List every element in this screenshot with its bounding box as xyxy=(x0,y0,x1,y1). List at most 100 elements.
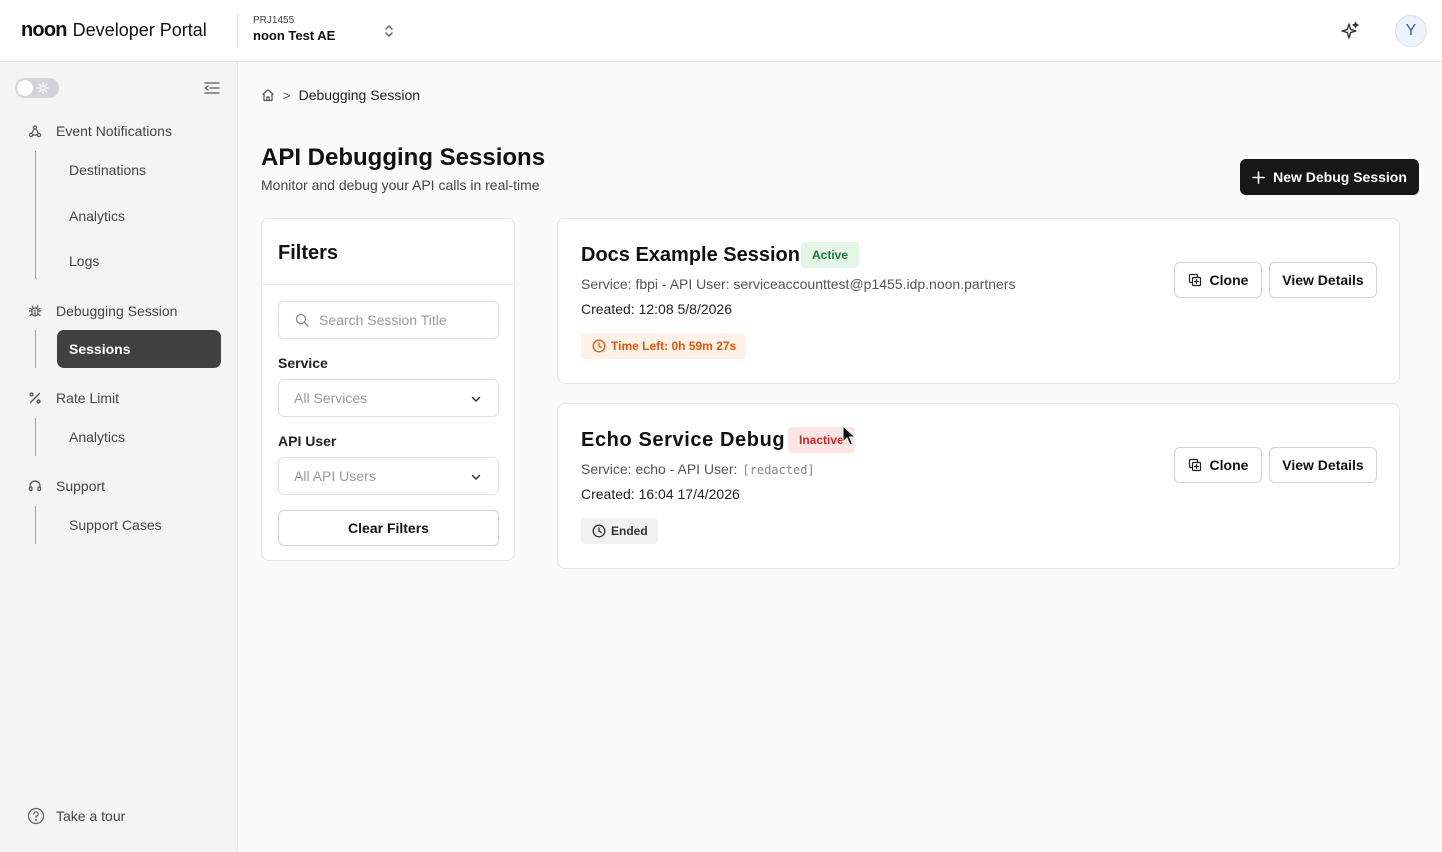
top-bar: noon Developer Portal PRJ1455 noon Test … xyxy=(0,0,1442,62)
brand-text: Developer Portal xyxy=(72,20,207,40)
filters-title: Filters xyxy=(278,242,339,264)
nav-group-support[interactable]: Support xyxy=(28,476,105,496)
status-badge: Active xyxy=(801,242,860,268)
sidebar-item-rate-analytics[interactable]: Analytics xyxy=(57,418,221,456)
take-a-tour[interactable]: Take a tour xyxy=(27,807,125,825)
sidebar-item-label: Sessions xyxy=(69,341,131,357)
bug-icon xyxy=(28,304,42,318)
user-avatar[interactable]: Y xyxy=(1395,15,1427,47)
service-select-value: All Services xyxy=(294,390,368,406)
chevron-up-down-icon xyxy=(383,22,395,40)
search-icon xyxy=(295,313,309,327)
status-badge-label: Inactive xyxy=(799,433,844,447)
sidebar-item-support-cases[interactable]: Support Cases xyxy=(57,506,221,544)
session-service-text: Service: fbpi - API User: serviceaccount… xyxy=(581,276,1016,292)
sidebar-item-logs[interactable]: Logs xyxy=(57,242,221,280)
time-left-label: Time Left: 0h 59m 27s xyxy=(611,339,737,353)
session-created: Created: 16:04 17/4/2026 xyxy=(581,486,740,502)
clear-filters-button[interactable]: Clear Filters xyxy=(278,510,499,546)
nav-tree-line xyxy=(35,151,36,279)
filters-divider xyxy=(262,284,514,285)
nav-group-event-notifications[interactable]: Event Notifications xyxy=(28,121,172,141)
clone-button[interactable]: Clone xyxy=(1174,447,1262,483)
headset-icon xyxy=(28,479,42,493)
webhook-icon xyxy=(28,124,42,138)
nav-group-label: Debugging Session xyxy=(56,303,178,319)
service-select[interactable]: All Services xyxy=(278,379,499,417)
home-icon[interactable] xyxy=(261,88,275,102)
filters-panel: Filters Search Session Title Service All… xyxy=(261,218,515,561)
api-user-redacted: [redacted] xyxy=(742,463,815,477)
toggle-knob xyxy=(17,80,33,96)
new-debug-session-button[interactable]: New Debug Session xyxy=(1240,159,1419,195)
help-circle-icon xyxy=(27,807,45,825)
sidebar: Event Notifications Destinations Analyti… xyxy=(0,62,238,852)
search-session-input[interactable]: Search Session Title xyxy=(278,301,499,339)
api-user-select[interactable]: All API Users xyxy=(278,457,499,495)
brand-logo: noon xyxy=(21,19,67,41)
nav-tree-line xyxy=(35,330,36,368)
clone-label: Clone xyxy=(1209,272,1249,288)
clone-label: Clone xyxy=(1209,457,1249,473)
view-details-button[interactable]: View Details xyxy=(1269,262,1377,298)
status-badge-label: Active xyxy=(812,248,849,262)
sidebar-item-label: Analytics xyxy=(69,208,126,224)
sidebar-item-sessions[interactable]: Sessions xyxy=(57,330,221,368)
header-divider xyxy=(237,14,238,48)
take-a-tour-label: Take a tour xyxy=(56,808,126,824)
session-service: Service: fbpi - API User: serviceaccount… xyxy=(581,276,1015,292)
session-title: Docs Example Session xyxy=(581,244,800,266)
session-card: Echo Service Debug Inactive Service: ech… xyxy=(557,403,1400,569)
chevron-down-icon xyxy=(470,471,482,483)
mouse-cursor-icon xyxy=(842,425,856,447)
nav-tree-line xyxy=(35,418,36,456)
breadcrumb-current: Debugging Session xyxy=(298,87,421,103)
nav-group-debugging-session[interactable]: Debugging Session xyxy=(28,301,177,321)
clock-icon xyxy=(592,524,606,538)
api-user-select-value: All API Users xyxy=(294,468,376,484)
sidebar-item-label: Destinations xyxy=(69,162,147,178)
page-subtitle: Monitor and debug your API calls in real… xyxy=(261,177,540,193)
sun-icon xyxy=(37,82,49,94)
clone-button[interactable]: Clone xyxy=(1174,262,1262,298)
clear-filters-label: Clear Filters xyxy=(348,520,429,536)
copy-icon xyxy=(1188,458,1202,472)
api-user-filter-label: API User xyxy=(278,433,337,449)
project-id: PRJ1455 xyxy=(253,15,295,26)
nav-group-label: Event Notifications xyxy=(56,123,172,139)
plus-icon xyxy=(1252,170,1265,184)
new-debug-session-label: New Debug Session xyxy=(1273,169,1407,185)
view-details-button[interactable]: View Details xyxy=(1269,447,1377,483)
breadcrumb: > Debugging Session xyxy=(261,87,420,103)
copy-icon xyxy=(1188,273,1202,287)
service-filter-label: Service xyxy=(278,355,328,371)
ended-label: Ended xyxy=(611,524,648,538)
session-created: Created: 12:08 5/8/2026 xyxy=(581,301,733,317)
avatar-initial: Y xyxy=(1405,22,1417,39)
search-placeholder: Search Session Title xyxy=(319,312,447,328)
view-details-label: View Details xyxy=(1282,272,1364,288)
brand[interactable]: noon Developer Portal xyxy=(21,19,207,42)
project-name: noon Test AE xyxy=(253,28,336,43)
breadcrumb-separator: > xyxy=(283,87,291,103)
sidebar-item-destinations[interactable]: Destinations xyxy=(57,151,221,189)
clock-icon xyxy=(592,339,606,353)
theme-toggle[interactable] xyxy=(15,78,59,98)
sparkle-icon[interactable] xyxy=(1339,20,1361,42)
view-details-label: View Details xyxy=(1282,457,1364,473)
sidebar-collapse-icon[interactable] xyxy=(204,81,220,95)
sidebar-item-label: Logs xyxy=(69,253,100,269)
session-title: Echo Service Debug xyxy=(581,429,786,451)
session-card: Docs Example Session Active Service: fbp… xyxy=(557,218,1400,384)
nav-group-rate-limit[interactable]: Rate Limit xyxy=(28,388,119,408)
sidebar-item-label: Analytics xyxy=(69,429,126,445)
chevron-down-icon xyxy=(470,393,482,405)
project-switcher[interactable]: PRJ1455 noon Test AE xyxy=(253,15,403,47)
session-service: Service: echo - API User: [redacted] xyxy=(581,461,815,477)
nav-group-label: Support xyxy=(56,478,106,494)
page-title: API Debugging Sessions xyxy=(261,144,546,171)
sidebar-item-label: Support Cases xyxy=(69,517,162,533)
sidebar-item-event-analytics[interactable]: Analytics xyxy=(57,197,221,235)
nav-tree-line xyxy=(35,506,36,544)
percent-icon xyxy=(28,391,42,405)
